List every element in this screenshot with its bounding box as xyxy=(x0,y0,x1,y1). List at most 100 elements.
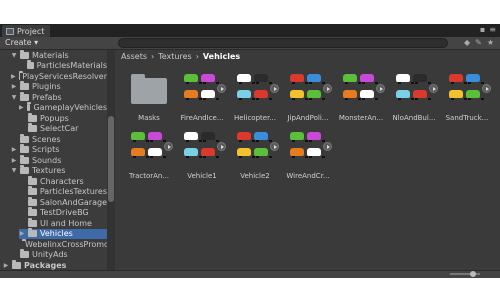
tree-item[interactable]: ▶ Sounds xyxy=(11,154,107,165)
tree-item[interactable]: UnityAds xyxy=(11,249,107,260)
asset-label: TractorAn... xyxy=(128,172,170,180)
expand-arrow-icon[interactable]: ▼ xyxy=(11,52,17,59)
tree-item-label: Sounds xyxy=(32,155,62,165)
tree-item[interactable]: SelectCar xyxy=(19,123,107,134)
expand-arrow-icon[interactable]: ▶ xyxy=(3,262,9,269)
tree-item[interactable]: SalonAndGarage xyxy=(19,196,107,207)
breadcrumb: Assets › Textures › Vehicles xyxy=(121,52,240,61)
favorite-icon[interactable]: ★ xyxy=(487,38,494,47)
folder-icon xyxy=(20,133,29,143)
asset-label: FireAndIce... xyxy=(180,114,224,122)
vehicle-sprite xyxy=(184,132,202,142)
expand-arrow-icon[interactable]: ▼ xyxy=(11,94,17,101)
tab-bar: Project ▪ ≡ xyxy=(0,24,500,37)
tree-item-label: WebelinxCrossPromotion xyxy=(25,239,107,249)
icon-size-slider-knob[interactable] xyxy=(470,271,476,277)
filter-label-icon[interactable]: ✎ xyxy=(475,38,482,47)
tree-item[interactable]: Popups xyxy=(19,112,107,123)
vehicle-thumbnail xyxy=(129,128,169,168)
expand-arrow-icon[interactable]: ▶ xyxy=(11,146,17,153)
vehicle-sprite xyxy=(360,74,378,84)
tree-item[interactable]: ▼ Prefabs xyxy=(11,91,107,102)
vehicle-sprite xyxy=(131,132,149,142)
folder-icon xyxy=(26,60,34,69)
tree-item[interactable]: UI and Home xyxy=(19,217,107,228)
tree-item-label: Scripts xyxy=(32,145,60,154)
vehicle-thumbnail xyxy=(288,128,328,168)
tree-item-label: SelectCar xyxy=(40,124,79,133)
folder-icon xyxy=(28,123,37,132)
tab-menu: ▪ ≡ xyxy=(480,25,496,34)
asset-sprite-sheet[interactable]: MonsterAn... xyxy=(335,70,387,130)
vehicle-sprite xyxy=(466,90,484,100)
tree-item[interactable]: TestDriveBG xyxy=(19,207,107,218)
search-input[interactable] xyxy=(118,38,448,48)
folder-icon xyxy=(28,228,37,237)
breadcrumb-item[interactable]: Textures xyxy=(158,52,191,61)
tree-item-label: ParticlesMaterials xyxy=(36,61,107,70)
tree-item[interactable]: ▶ Vehicles xyxy=(19,228,107,239)
asset-label: WireAndCr... xyxy=(286,172,330,180)
tree-item[interactable]: ParticlesTextures xyxy=(19,186,107,197)
vehicle-sprite xyxy=(343,74,361,84)
asset-sprite-sheet[interactable]: SandTruck... xyxy=(441,70,493,130)
tree-scrollbar-thumb[interactable] xyxy=(108,116,114,202)
asset-sprite-sheet[interactable]: FireAndIce... xyxy=(176,70,228,130)
tree-scrollbar[interactable] xyxy=(107,50,115,270)
asset-label: Vehicle1 xyxy=(187,172,217,180)
tree-item[interactable]: Scenes xyxy=(11,133,107,144)
tree-item[interactable]: ▶ Plugins xyxy=(11,81,107,92)
filter-type-icon[interactable]: ◆ xyxy=(464,38,470,47)
vehicle-sprite xyxy=(237,148,255,158)
vehicle-sprite xyxy=(254,90,272,100)
create-button[interactable]: Create ▾ xyxy=(5,38,38,47)
expand-arrow-icon[interactable]: ▶ xyxy=(19,104,24,111)
tab-project[interactable]: Project xyxy=(2,25,51,37)
tree-item[interactable]: ▼ Materials xyxy=(11,50,107,60)
tree-item[interactable]: ParticlesMaterials xyxy=(19,60,107,71)
expand-arrow-icon[interactable]: ▶ xyxy=(11,83,17,90)
folder-icon xyxy=(20,50,29,59)
asset-sprite-sheet[interactable]: NloAndBul... xyxy=(388,70,440,130)
icon-size-slider[interactable] xyxy=(450,271,480,277)
tree-item[interactable]: WebelinxCrossPromotion xyxy=(19,238,107,249)
tree-item[interactable]: ▶ Packages xyxy=(3,259,107,270)
vehicle-sprite xyxy=(290,90,308,100)
breadcrumb-item[interactable]: Assets xyxy=(121,52,147,61)
tree-item[interactable]: ▶ GameplayVehicles xyxy=(19,102,107,113)
expand-arrow-icon[interactable]: ▶ xyxy=(11,157,17,164)
vehicle-sprite xyxy=(184,74,202,84)
tree-item-label: Plugins xyxy=(32,82,61,91)
tree-item[interactable]: ▶ PlayServicesResolver xyxy=(11,70,107,81)
vehicle-sprite xyxy=(290,148,308,158)
expand-arrow-icon[interactable]: ▼ xyxy=(11,167,17,174)
expand-arrow-icon[interactable]: ▶ xyxy=(19,230,25,237)
asset-sprite-sheet[interactable]: Helicopter... xyxy=(229,70,281,130)
tree-item-label: UI and Home xyxy=(40,218,92,228)
vehicle-sprite xyxy=(307,74,325,84)
tree-item-label: Scenes xyxy=(32,134,61,144)
tree-item[interactable]: Characters xyxy=(19,175,107,186)
asset-sprite-sheet[interactable]: TractorAn... xyxy=(123,128,175,188)
tree-item[interactable]: ▼ Textures xyxy=(11,165,107,176)
toolbar-icons: ◆ ✎ ★ xyxy=(464,38,494,47)
vehicle-sprite xyxy=(307,90,325,100)
tree-item[interactable]: ▶ Scripts xyxy=(11,144,107,155)
asset-sprite-sheet[interactable]: Vehicle2 xyxy=(229,128,281,188)
folder-icon xyxy=(27,196,37,206)
menu-icon[interactable]: ≡ xyxy=(489,25,496,34)
asset-sprite-sheet[interactable]: WireAndCr... xyxy=(282,128,334,188)
asset-folder[interactable]: Masks xyxy=(123,70,175,130)
asset-sprite-sheet[interactable]: Vehicle1 xyxy=(176,128,228,188)
expand-arrow-icon[interactable]: ▶ xyxy=(11,73,16,80)
vehicle-sprite xyxy=(449,90,467,100)
tree-item-label: SalonAndGarage xyxy=(39,197,107,207)
breadcrumb-item[interactable]: Vehicles xyxy=(203,52,240,61)
vehicle-thumbnail xyxy=(341,70,381,110)
folder-icon xyxy=(27,186,37,195)
asset-label: Masks xyxy=(138,114,160,122)
lock-icon[interactable]: ▪ xyxy=(480,25,485,34)
asset-sprite-sheet[interactable]: JipAndPoli... xyxy=(282,70,334,130)
asset-label: JipAndPoli... xyxy=(287,114,329,122)
vehicle-sprite xyxy=(201,74,219,84)
